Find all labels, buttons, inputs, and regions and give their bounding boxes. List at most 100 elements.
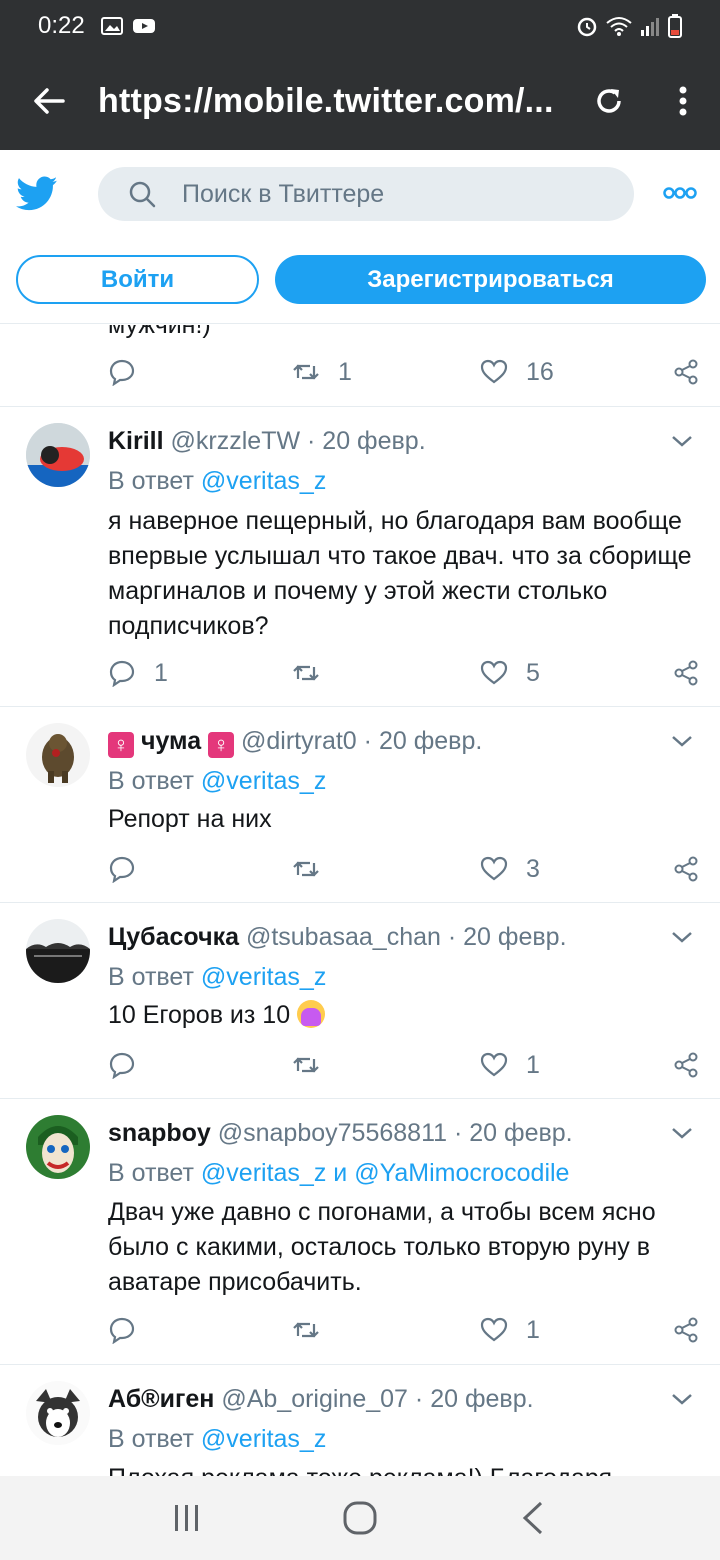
more-vert-icon xyxy=(679,86,687,116)
like-count: 3 xyxy=(526,854,540,883)
tweet[interactable]: ♀ чума ♀ @dirtyrat0 · 20 февр. В ответ @… xyxy=(0,707,720,903)
user-handle[interactable]: @krzzleTW xyxy=(171,427,301,455)
tweet-text: Плохая реклама тоже реклама!) Благодаря xyxy=(108,1461,692,1476)
tweet-header: Kirill @krzzleTW · 20 февр. xyxy=(108,427,426,455)
heart-icon xyxy=(480,660,508,685)
reply-button[interactable] xyxy=(108,1051,136,1079)
chevron-down-icon[interactable] xyxy=(670,1391,694,1407)
reply-icon xyxy=(109,1052,135,1079)
browser-toolbar: https://mobile.twitter.com/... xyxy=(0,52,720,150)
like-button[interactable]: 1 xyxy=(480,1051,540,1080)
mention-link[interactable]: @veritas_z xyxy=(201,963,326,991)
reply-button[interactable] xyxy=(108,1316,136,1344)
login-button[interactable]: Войти xyxy=(16,255,259,304)
share-button[interactable] xyxy=(672,659,700,687)
search-placeholder: Поиск в Твиттере xyxy=(182,179,385,208)
mention-link[interactable]: @veritas_z xyxy=(201,1159,326,1187)
reply-icon xyxy=(109,359,135,386)
twitter-logo-icon[interactable] xyxy=(16,176,58,212)
user-name[interactable]: чума xyxy=(141,727,201,755)
avatar-image xyxy=(26,423,90,487)
user-handle[interactable]: @Ab_origine_07 xyxy=(221,1385,408,1413)
tweet-actions: 1 16 xyxy=(108,352,700,392)
chevron-down-icon[interactable] xyxy=(670,1125,694,1141)
female-sign-icon: ♀ xyxy=(208,732,235,758)
chevron-down-icon[interactable] xyxy=(670,433,694,449)
tweet[interactable]: Kirill @krzzleTW · 20 февр. В ответ @ver… xyxy=(0,407,720,707)
retweet-icon xyxy=(293,1057,319,1073)
like-button[interactable]: 16 xyxy=(480,358,554,387)
mention-link[interactable]: @veritas_z xyxy=(201,767,326,795)
heart-icon xyxy=(480,359,508,384)
tweet-text: мужчин!) xyxy=(108,325,211,339)
retweet-count: 1 xyxy=(338,357,352,386)
user-name[interactable]: snapboy xyxy=(108,1119,211,1147)
like-button[interactable]: 1 xyxy=(480,1316,540,1345)
back-button[interactable] xyxy=(0,52,98,150)
user-handle[interactable]: @dirtyrat0 xyxy=(241,727,357,755)
tweet-partial[interactable]: мужчин!) 1 16 xyxy=(0,325,720,407)
tweet-actions: 1 xyxy=(108,1310,700,1350)
home-button[interactable] xyxy=(330,1488,390,1548)
avatar[interactable] xyxy=(26,1381,90,1445)
like-button[interactable]: 5 xyxy=(480,659,540,688)
tweet-actions: 3 xyxy=(108,849,700,889)
user-name[interactable]: Kirill xyxy=(108,427,164,455)
avatar[interactable] xyxy=(26,1115,90,1179)
user-handle[interactable]: @snapboy75568811 xyxy=(218,1119,447,1147)
retweet-icon xyxy=(293,665,319,681)
chevron-down-icon[interactable] xyxy=(670,733,694,749)
retweet-button[interactable] xyxy=(292,1316,320,1344)
reload-icon xyxy=(597,89,621,113)
reload-button[interactable] xyxy=(572,52,646,150)
share-button[interactable] xyxy=(672,855,700,883)
avatar[interactable] xyxy=(26,723,90,787)
share-button[interactable] xyxy=(672,1051,700,1079)
reply-button[interactable]: 1 xyxy=(108,659,168,688)
retweet-button[interactable]: 1 xyxy=(292,358,352,387)
mention-link[interactable]: @veritas_z xyxy=(201,1425,326,1453)
retweet-button[interactable] xyxy=(292,659,320,687)
retweet-button[interactable] xyxy=(292,1051,320,1079)
reply-context: В ответ @veritas_z xyxy=(108,1425,327,1453)
recent-apps-button[interactable] xyxy=(157,1488,217,1548)
tweet-date[interactable]: 20 февр. xyxy=(469,1119,572,1147)
search-input[interactable]: Поиск в Твиттере xyxy=(98,167,634,221)
reply-icon xyxy=(109,1317,135,1344)
user-handle[interactable]: @tsubasaa_chan xyxy=(246,923,441,951)
url-bar[interactable]: https://mobile.twitter.com/... xyxy=(98,82,572,121)
share-button[interactable] xyxy=(672,358,700,386)
mention-link[interactable]: @veritas_z xyxy=(201,467,326,495)
retweet-icon xyxy=(293,861,319,877)
tweet[interactable]: snapboy @snapboy75568811 · 20 февр. В от… xyxy=(0,1099,720,1365)
tweet[interactable]: Цубасочка @tsubasaa_chan · 20 февр. В от… xyxy=(0,903,720,1099)
tweet-header: ♀ чума ♀ @dirtyrat0 · 20 февр. xyxy=(108,727,660,758)
mention-link[interactable]: @YaMimocrocodile xyxy=(354,1159,569,1187)
reply-button[interactable] xyxy=(108,358,136,386)
avatar-image xyxy=(26,1381,90,1445)
like-button[interactable]: 3 xyxy=(480,855,540,884)
tweet[interactable]: Аб®иген @Ab_origine_07 · 20 февр. В отве… xyxy=(0,1365,720,1476)
tweet-date[interactable]: 20 февр. xyxy=(322,427,425,455)
reply-icon xyxy=(109,660,135,687)
share-button[interactable] xyxy=(672,1316,700,1344)
avatar[interactable] xyxy=(26,919,90,983)
system-back-button[interactable] xyxy=(503,1488,563,1548)
chevron-down-icon[interactable] xyxy=(670,929,694,945)
avatar[interactable] xyxy=(26,423,90,487)
tweet-date[interactable]: 20 февр. xyxy=(430,1385,533,1413)
user-name[interactable]: Цубасочка xyxy=(108,923,239,951)
arrow-left-icon xyxy=(34,88,65,114)
signup-button[interactable]: Зарегистрироваться xyxy=(275,255,706,304)
tweet-date[interactable]: 20 февр. xyxy=(379,727,482,755)
tweet-date[interactable]: 20 февр. xyxy=(463,923,566,951)
more-options-icon[interactable] xyxy=(662,180,698,206)
retweet-icon xyxy=(293,364,319,380)
heart-icon xyxy=(480,1052,508,1077)
browser-menu-button[interactable] xyxy=(646,52,720,150)
user-name[interactable]: Аб®иген xyxy=(108,1385,214,1413)
retweet-button[interactable] xyxy=(292,855,320,883)
tweet-header: Цубасочка @tsubasaa_chan · 20 февр. xyxy=(108,923,567,951)
reply-button[interactable] xyxy=(108,855,136,883)
tweet-text: 10 Егоров из 10 xyxy=(108,1001,291,1029)
